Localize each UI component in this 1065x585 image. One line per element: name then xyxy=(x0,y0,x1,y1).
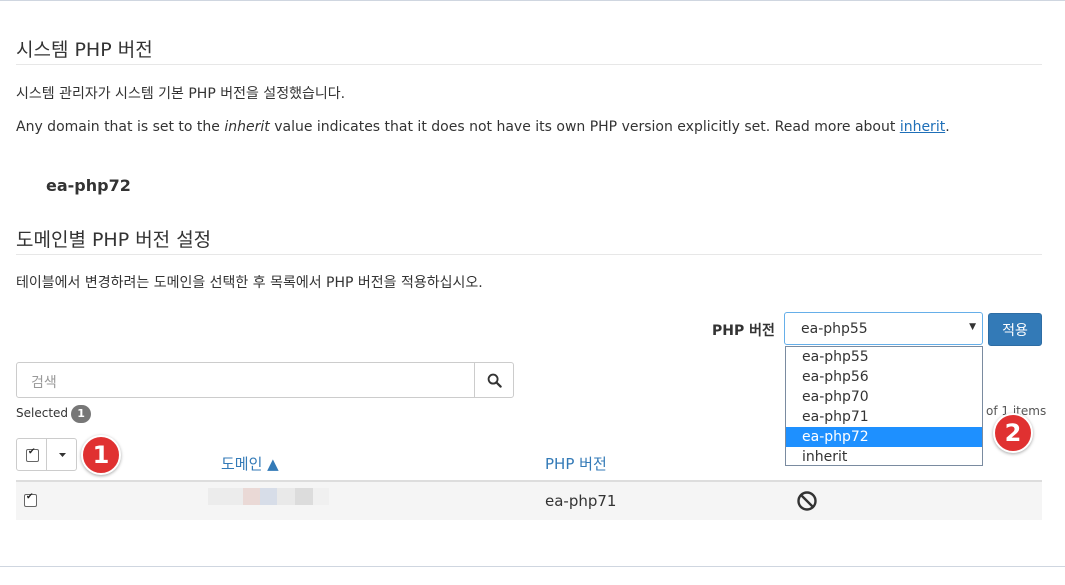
row-php-version: ea-php71 xyxy=(545,492,617,510)
column-header-php-version[interactable]: PHP 버전 xyxy=(545,453,607,474)
php-version-options-list[interactable]: ea-php55 ea-php56 ea-php70 ea-php71 ea-p… xyxy=(785,346,983,466)
option-ea-php56[interactable]: ea-php56 xyxy=(786,367,982,387)
select-options-dropdown[interactable] xyxy=(46,438,77,471)
selected-count: Selected 1 xyxy=(16,405,92,423)
inherit-keyword: inherit xyxy=(224,119,270,135)
selected-label: Selected xyxy=(16,406,69,420)
domain-php-description: 테이블에서 변경하려는 도메인을 선택한 후 목록에서 PHP 버전을 적용하십… xyxy=(16,275,483,291)
inherit-note: Any domain that is set to the inherit va… xyxy=(16,119,950,135)
blurred-domain-name xyxy=(208,488,243,505)
option-ea-php71[interactable]: ea-php71 xyxy=(786,407,982,427)
blurred-domain-name xyxy=(260,488,277,505)
option-ea-php70[interactable]: ea-php70 xyxy=(786,387,982,407)
caret-down-icon: ▼ xyxy=(969,322,976,332)
caret-down-icon xyxy=(59,453,66,457)
table-row[interactable]: ea-php71 xyxy=(16,482,1042,520)
search-input[interactable]: 검색 xyxy=(16,362,475,398)
inherit-note-text-2: value indicates that it does not have it… xyxy=(269,119,900,135)
divider xyxy=(16,254,1042,255)
system-php-title: 시스템 PHP 버전 xyxy=(16,39,153,61)
system-php-version-value: ea-php72 xyxy=(46,176,131,195)
select-all-checkbox-button[interactable] xyxy=(16,438,47,471)
blurred-domain-name xyxy=(277,488,295,505)
blurred-domain-name xyxy=(295,488,313,505)
column-header-domain[interactable]: 도메인 ▲ xyxy=(221,453,279,474)
checkbox-icon xyxy=(26,447,39,462)
option-inherit[interactable]: inherit xyxy=(786,447,982,467)
search-placeholder: 검색 xyxy=(31,375,57,391)
php-version-label: PHP 버전 xyxy=(712,323,775,339)
domain-php-title: 도메인별 PHP 버전 설정 xyxy=(16,229,212,251)
option-ea-php55[interactable]: ea-php55 xyxy=(786,347,982,367)
php-version-select-value: ea-php55 xyxy=(801,321,868,337)
row-checkbox[interactable] xyxy=(24,492,37,507)
inherit-note-end: . xyxy=(945,119,950,135)
search-button[interactable] xyxy=(474,362,514,398)
divider xyxy=(16,64,1042,65)
option-ea-php72[interactable]: ea-php72 xyxy=(786,427,982,447)
search-icon xyxy=(487,373,502,388)
ban-icon xyxy=(797,491,817,511)
bottom-border xyxy=(0,566,1065,567)
inherit-link[interactable]: inherit xyxy=(900,119,945,135)
callout-1: 1 xyxy=(81,435,121,475)
inherit-note-text: Any domain that is set to the xyxy=(16,119,225,135)
top-border xyxy=(0,0,1065,1)
callout-2: 2 xyxy=(993,413,1033,453)
blurred-domain-name xyxy=(313,488,329,505)
selected-badge: 1 xyxy=(71,405,92,423)
blurred-domain-name xyxy=(243,488,260,505)
apply-button[interactable]: 적용 xyxy=(988,313,1042,346)
system-php-description: 시스템 관리자가 시스템 기본 PHP 버전을 설정했습니다. xyxy=(16,86,346,102)
php-version-select[interactable]: ea-php55 ▼ xyxy=(784,312,983,345)
